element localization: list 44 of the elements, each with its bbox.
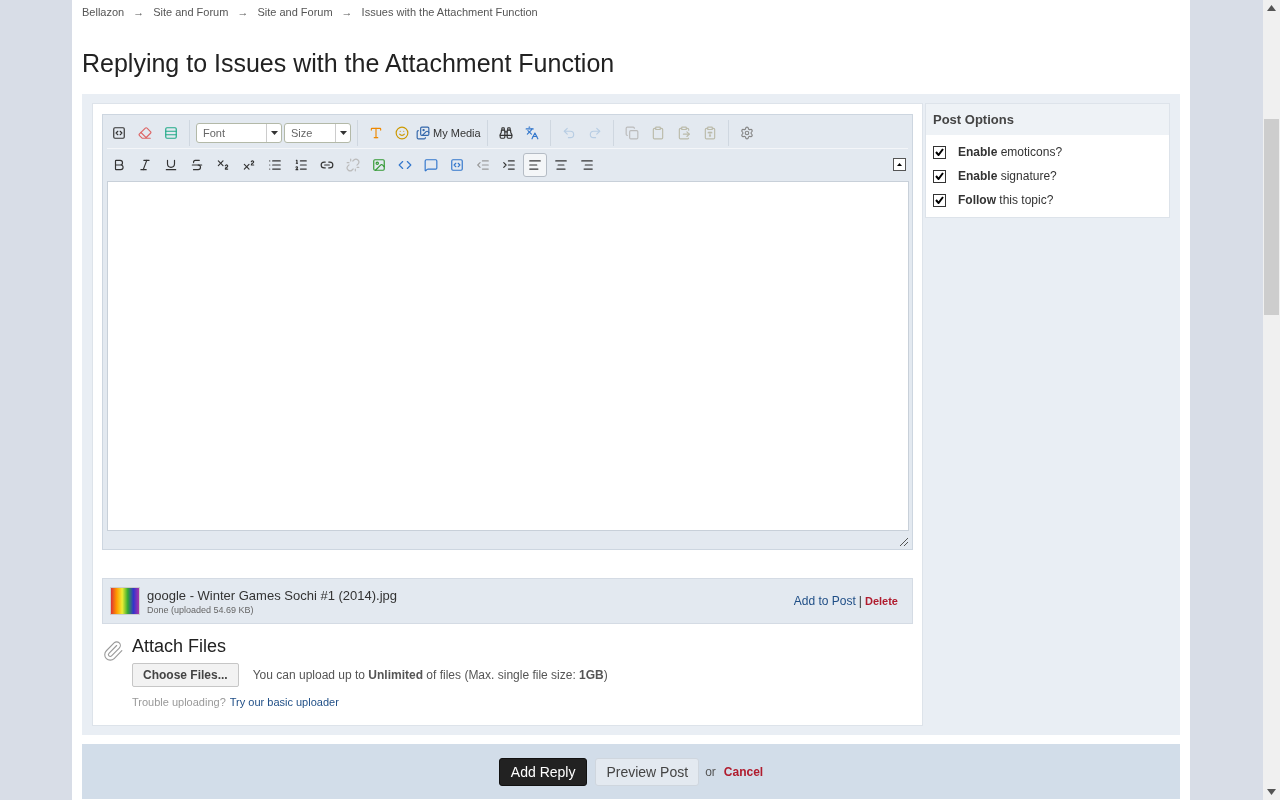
option-label: Enable signature? [958, 169, 1057, 183]
media-button[interactable]: My Media [416, 125, 481, 140]
checkbox[interactable] [933, 145, 946, 159]
caret-icon [270, 130, 278, 135]
font-select[interactable]: Font [196, 122, 282, 143]
resize-grip-icon[interactable] [899, 537, 909, 547]
checkbox[interactable] [933, 169, 946, 183]
checkbox[interactable] [933, 193, 946, 207]
add-to-post-link[interactable]: Add to Post [793, 594, 856, 608]
page-title: Replying to Issues with the Attachment Function [82, 49, 616, 78]
basic-uploader-link[interactable]: Try our basic uploader [229, 696, 339, 708]
align-left-icon[interactable] [523, 152, 547, 177]
scroll-up-icon[interactable] [1267, 5, 1276, 11]
delete-link[interactable]: Delete [864, 595, 898, 607]
scroll-down-icon[interactable] [1267, 789, 1276, 795]
upload-status: Done (uploaded 54.69 KB) [147, 604, 255, 615]
option-label: Enable emoticons? [958, 145, 1063, 159]
images-icon [416, 125, 430, 140]
choose-files-button[interactable]: Choose Files... [132, 663, 239, 687]
breadcrumb-arrow: → [341, 6, 353, 18]
file-name: google - Winter Games Sochi #1 (2014).jpg [147, 587, 398, 603]
image-thumbnail [110, 587, 140, 615]
or-text: or [705, 764, 716, 779]
breadcrumb-arrow: → [237, 6, 249, 18]
attach-heading: Attach Files [132, 636, 228, 657]
trouble-text: Trouble uploading? [132, 696, 226, 708]
breadcrumb-arrow: → [133, 6, 145, 18]
breadcrumb-link[interactable]: Site and Forum [257, 6, 333, 18]
breadcrumb-link[interactable]: Issues with the Attachment Function [361, 6, 538, 18]
paperclip-icon [102, 640, 124, 662]
option-label: Follow this topic? [958, 193, 1054, 207]
add-reply-button[interactable]: Add Reply [498, 757, 588, 786]
size-select[interactable]: Size [284, 122, 351, 143]
breadcrumb-link[interactable]: Bellazon [82, 6, 125, 18]
scrollbar-thumb[interactable] [1264, 119, 1279, 315]
preview-post-button[interactable]: Preview Post [595, 757, 700, 786]
upload-limit-text: You can upload up to Unlimited of files (Max. single file size: 1GB) [252, 668, 608, 682]
caret-icon [339, 130, 347, 135]
post-options-title: Post Options [926, 104, 1169, 135]
collapse-toolbar-icon[interactable] [893, 158, 906, 171]
scrollbar[interactable] [1263, 0, 1280, 800]
link-separator: | [858, 594, 862, 608]
cancel-link[interactable]: Cancel [723, 764, 764, 779]
breadcrumb-link[interactable]: Site and Forum [153, 6, 229, 18]
